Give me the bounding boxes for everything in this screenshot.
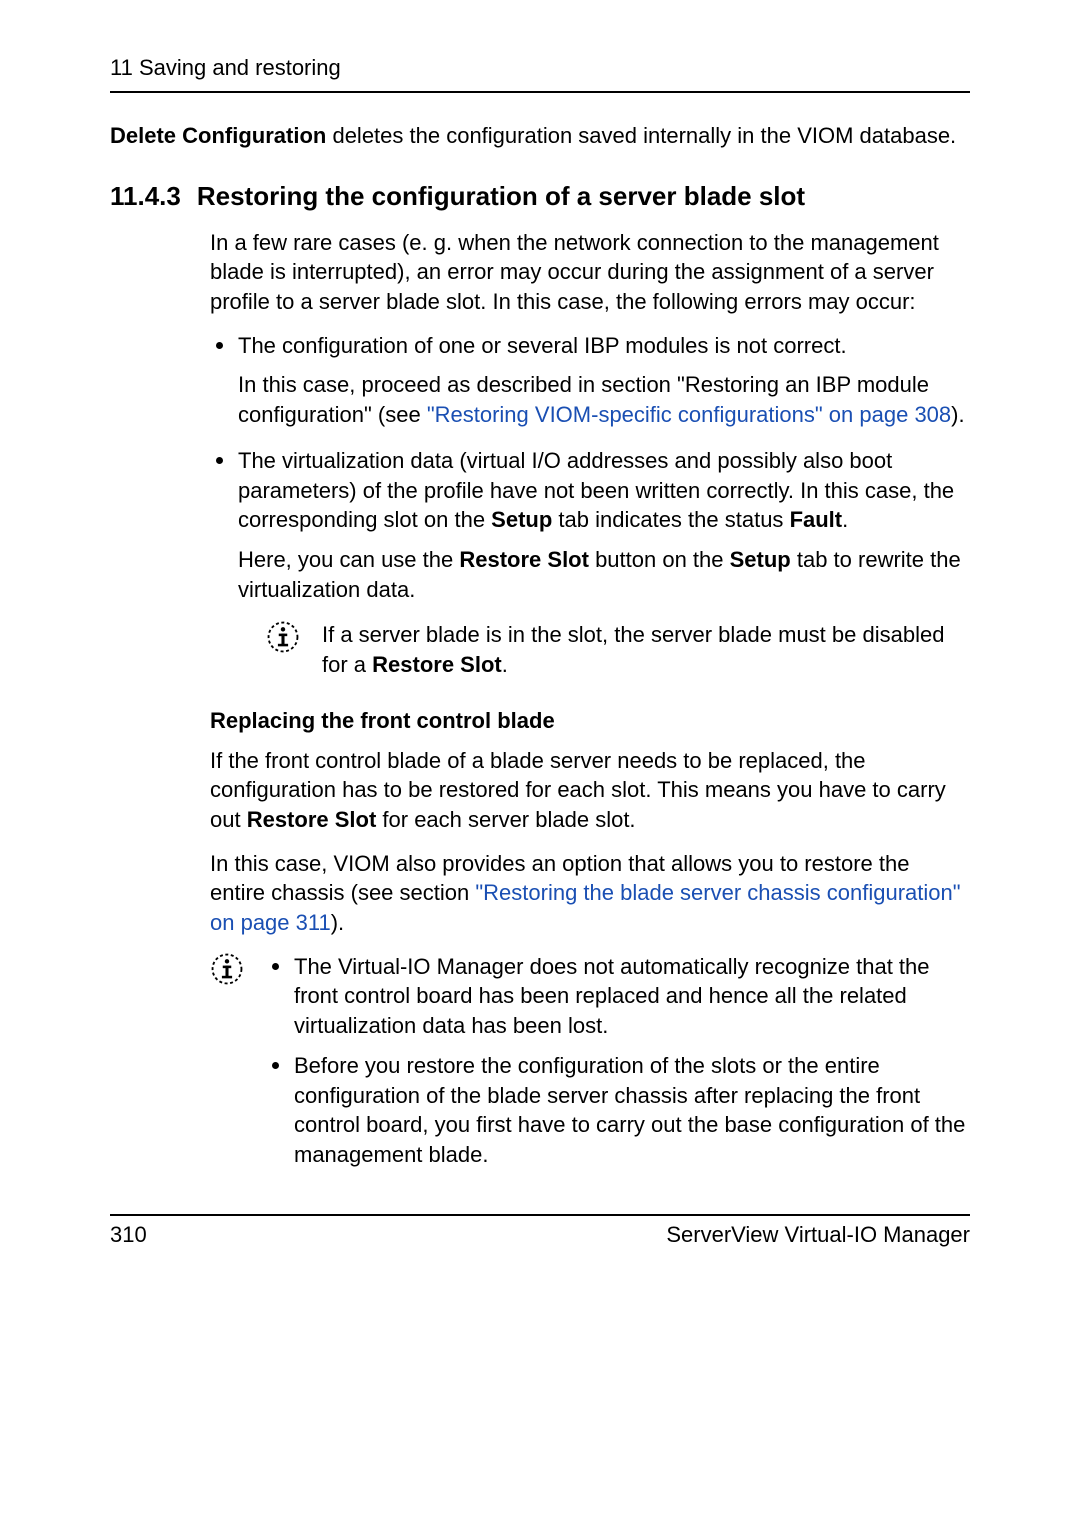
info-outer-body: The Virtual-IO Manager does not automati… xyxy=(266,952,970,1186)
info-bullet-list: The Virtual-IO Manager does not automati… xyxy=(266,952,970,1170)
top-divider xyxy=(110,91,970,93)
list-item: Before you restore the configuration of … xyxy=(266,1051,970,1170)
info-icon xyxy=(266,620,300,654)
info-icon xyxy=(210,952,244,986)
info-bullet-2: Before you restore the configuration of … xyxy=(294,1053,965,1167)
bullet2-sub: Here, you can use the Restore Slot butto… xyxy=(238,545,970,604)
section-lead: In a few rare cases (e. g. when the netw… xyxy=(210,228,970,317)
list-item: The configuration of one or several IBP … xyxy=(210,331,970,430)
section-number: 11.4.3 xyxy=(110,181,181,212)
info-end: . xyxy=(502,652,508,677)
replace-p2: In this case, VIOM also provides an opti… xyxy=(210,849,970,938)
page-container: 11 Saving and restoring Delete Configura… xyxy=(0,0,1080,1531)
info-bullet-1: The Virtual-IO Manager does not automati… xyxy=(294,954,930,1038)
bullet2-sub-mid: button on the xyxy=(589,547,730,572)
intro-bold: Delete Configuration xyxy=(110,123,326,148)
section-heading: 11.4.3 Restoring the configuration of a … xyxy=(110,181,970,212)
info-note-outer: The Virtual-IO Manager does not automati… xyxy=(210,952,970,1186)
bottom-divider xyxy=(110,1214,970,1216)
bullet2-end1: . xyxy=(842,507,848,532)
bullet2-fault: Fault xyxy=(790,507,843,532)
bullet1-sub: In this case, proceed as described in se… xyxy=(238,370,970,429)
bullet2-setup1: Setup xyxy=(491,507,552,532)
intro-rest: deletes the configuration saved internal… xyxy=(326,123,956,148)
bullet1-main: The configuration of one or several IBP … xyxy=(238,333,847,358)
replace-p2-post: ). xyxy=(331,910,344,935)
bullet2-setup2: Setup xyxy=(730,547,791,572)
page-number: 310 xyxy=(110,1222,147,1248)
replace-p1-post: for each server blade slot. xyxy=(376,807,635,832)
replace-p1-bold: Restore Slot xyxy=(247,807,377,832)
running-header: 11 Saving and restoring xyxy=(110,55,970,81)
section-body: In a few rare cases (e. g. when the netw… xyxy=(210,228,970,1186)
product-name: ServerView Virtual-IO Manager xyxy=(666,1222,970,1248)
list-item: The Virtual-IO Manager does not automati… xyxy=(266,952,970,1041)
info-restore: Restore Slot xyxy=(372,652,502,677)
replace-p1: If the front control blade of a blade se… xyxy=(210,746,970,835)
error-list: The configuration of one or several IBP … xyxy=(210,331,970,680)
replace-heading: Replacing the front control blade xyxy=(210,708,970,734)
link-restoring-viom[interactable]: "Restoring VIOM-specific configurations"… xyxy=(427,402,951,427)
info-note-text: If a server blade is in the slot, the se… xyxy=(322,620,970,679)
section-title: Restoring the configuration of a server … xyxy=(197,181,805,212)
intro-paragraph: Delete Configuration deletes the configu… xyxy=(110,121,970,151)
bullet2-restore: Restore Slot xyxy=(459,547,589,572)
bullet2-mid1: tab indicates the status xyxy=(552,507,789,532)
info-note-inner: If a server blade is in the slot, the se… xyxy=(266,620,970,679)
bullet2-sub-pre: Here, you can use the xyxy=(238,547,459,572)
bullet1-sub-post: ). xyxy=(951,402,964,427)
list-item: The virtualization data (virtual I/O add… xyxy=(210,446,970,680)
footer: 310 ServerView Virtual-IO Manager xyxy=(110,1222,970,1248)
